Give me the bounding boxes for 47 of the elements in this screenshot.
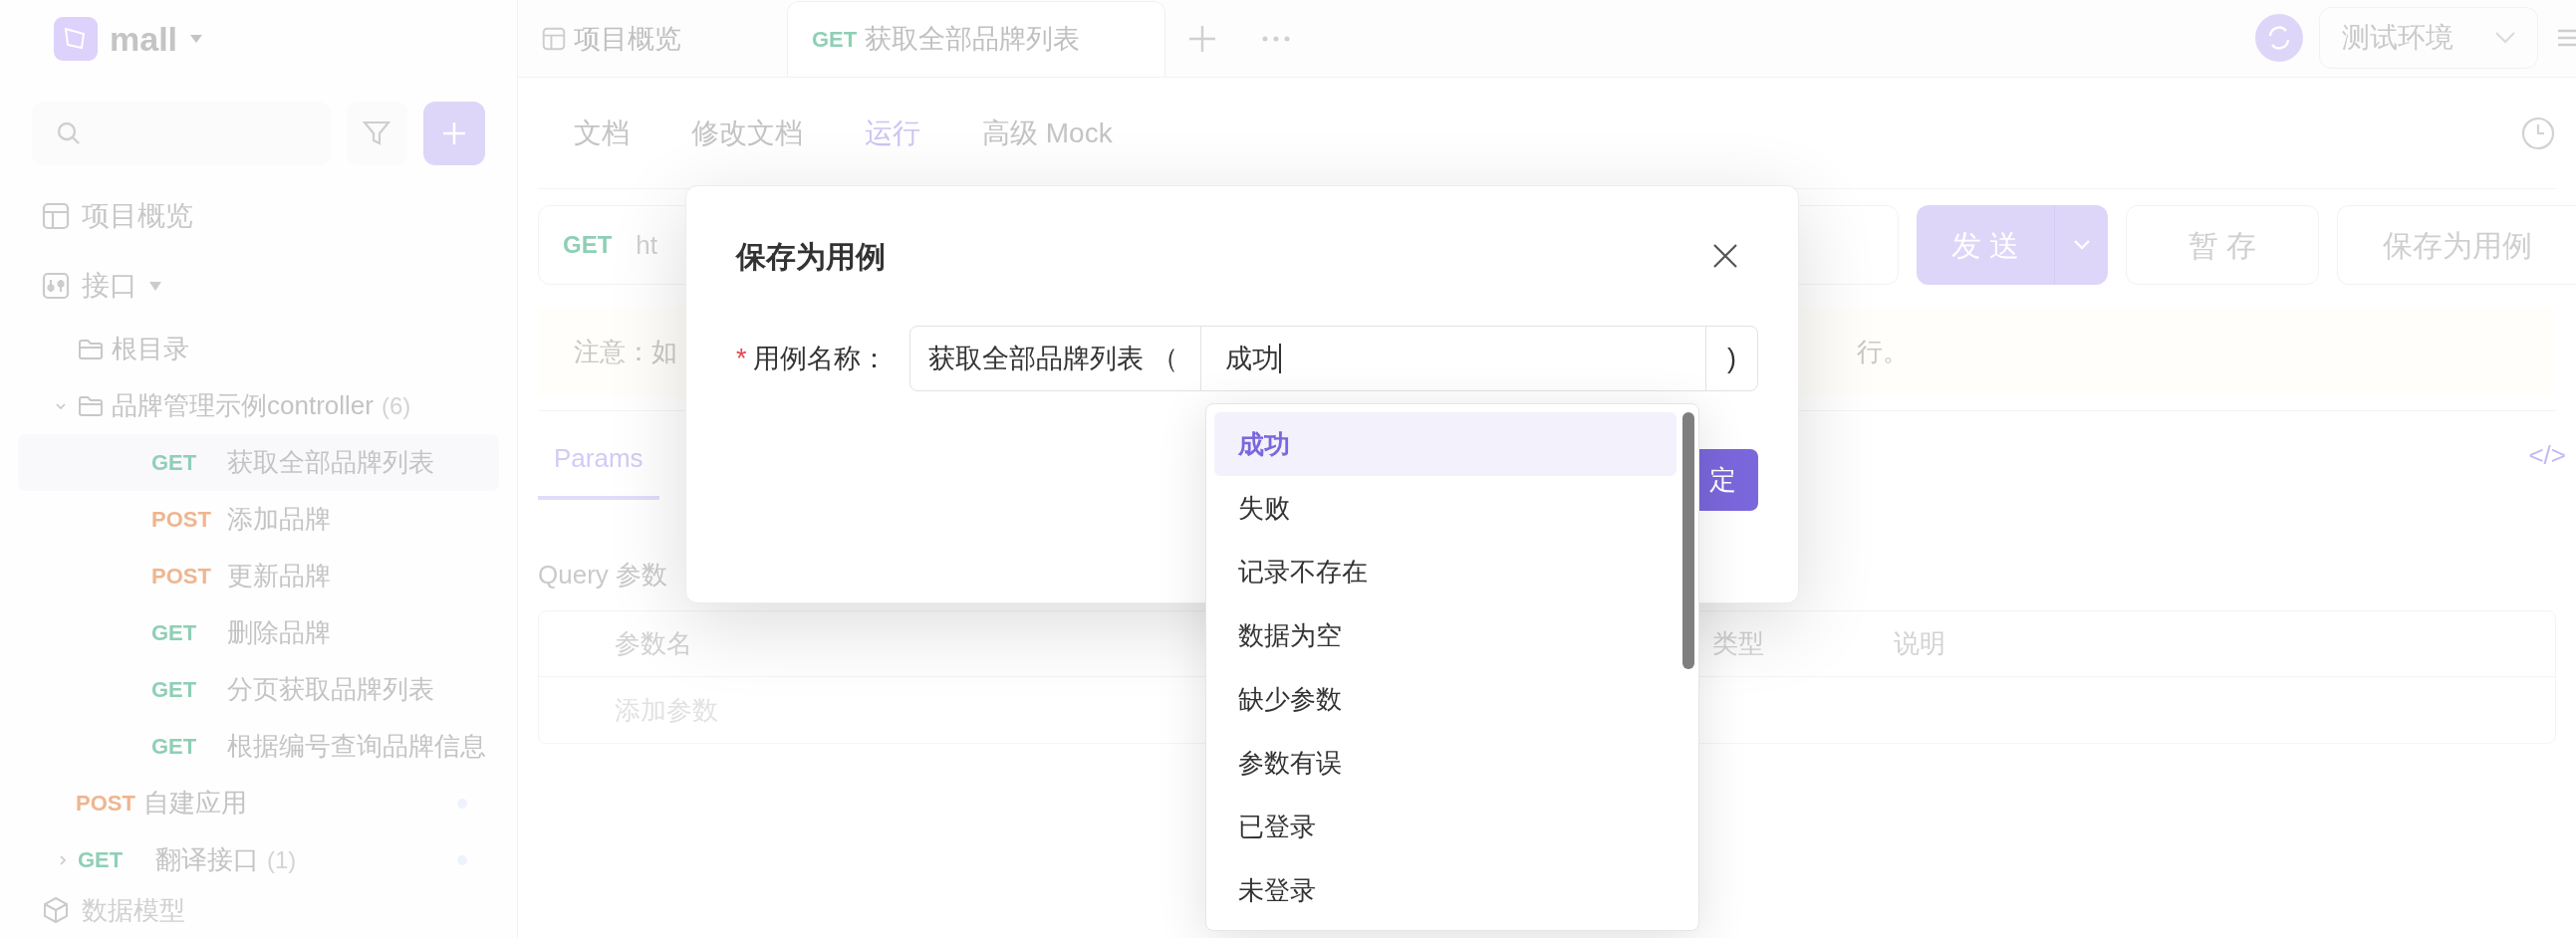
folder-label[interactable]: 品牌管理示例controller — [112, 386, 374, 425]
close-icon[interactable] — [1712, 243, 1738, 269]
api-item[interactable]: GET 删除品牌 — [18, 604, 499, 661]
api-item[interactable]: GET 获取全部品牌列表 — [18, 434, 499, 491]
plus-icon[interactable] — [1187, 24, 1217, 54]
dropdown-option[interactable]: 已登录 — [1214, 795, 1676, 858]
dropdown-option[interactable]: 缺少参数 — [1214, 667, 1676, 731]
api-icon — [42, 272, 70, 300]
sync-icon[interactable] — [2255, 14, 2303, 62]
folder-icon — [78, 394, 104, 417]
api-item[interactable]: POST 自建应用 — [32, 775, 485, 831]
api-item[interactable]: GET 分页获取品牌列表 — [18, 661, 499, 718]
view-tab[interactable]: 修改文档 — [691, 112, 803, 154]
logo-icon — [54, 17, 98, 61]
view-tab[interactable]: 文档 — [574, 112, 630, 154]
project-name[interactable]: mall — [110, 13, 178, 65]
code-toggle[interactable]: </> — [2528, 436, 2566, 475]
chevron-icon — [2073, 240, 2090, 250]
dropdown-option[interactable]: 数据为空 — [1214, 603, 1676, 667]
field-label: 用例名称： — [752, 342, 888, 375]
layout-icon — [542, 27, 566, 51]
layout-icon — [42, 202, 70, 230]
caret-icon — [149, 281, 161, 291]
add-button[interactable] — [423, 102, 485, 165]
folder-icon — [78, 338, 104, 360]
dropdown-option[interactable]: 参数有误 — [1214, 731, 1676, 795]
caret-icon[interactable] — [189, 34, 204, 44]
chevron-icon — [2495, 32, 2515, 44]
cube-icon — [42, 896, 70, 924]
clock-icon[interactable] — [2520, 115, 2556, 151]
more-icon[interactable] — [1261, 35, 1291, 43]
api-item[interactable]: GET 根据编号查询品牌信息 — [18, 718, 499, 775]
required-mark: * — [736, 342, 747, 375]
dialog-title: 保存为用例 — [736, 238, 886, 275]
api-item[interactable]: POST 添加品牌 — [18, 491, 499, 548]
scrollbar-thumb[interactable] — [1682, 412, 1694, 669]
folder-label[interactable]: 根目录 — [112, 330, 189, 368]
dropdown-option[interactable]: 记录不存在 — [1214, 540, 1676, 603]
dropdown-option[interactable]: 失败 — [1214, 476, 1676, 540]
view-tab[interactable]: 运行 — [865, 112, 920, 154]
dropdown-option[interactable]: 成功 — [1214, 412, 1676, 476]
search-icon — [56, 120, 82, 146]
view-tab[interactable]: 高级 Mock — [982, 112, 1113, 154]
page-tab[interactable]: 项目概览 — [518, 1, 787, 77]
api-item[interactable]: POST 更新品牌 — [18, 548, 499, 604]
page-tab[interactable]: GET 获取全部品牌列表 — [787, 1, 1165, 77]
dropdown-option[interactable]: 未登录 — [1214, 858, 1676, 922]
